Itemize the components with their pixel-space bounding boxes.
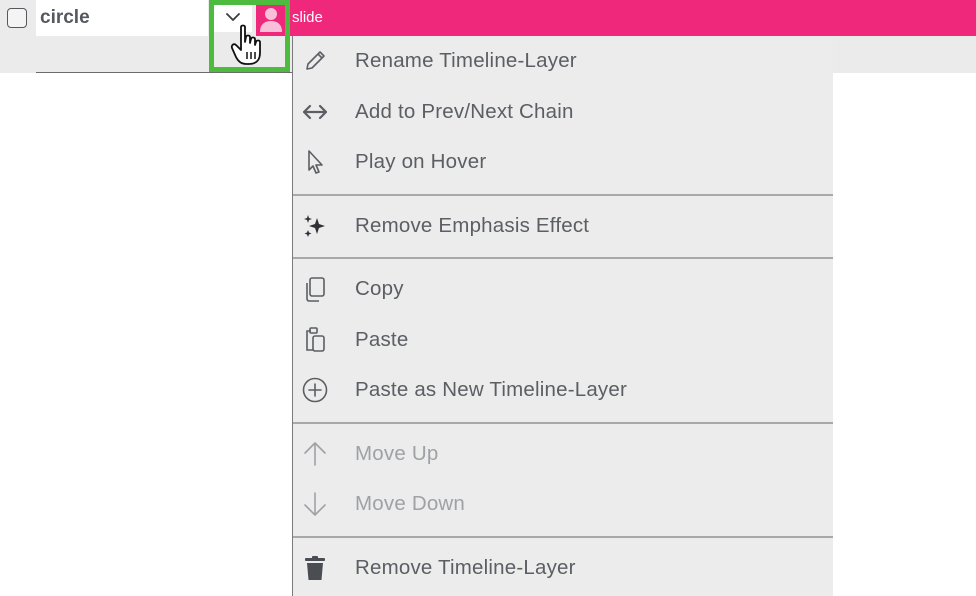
- menu-separator: [293, 535, 833, 538]
- pencil-icon: [301, 47, 329, 75]
- menu-item-rename[interactable]: Rename Timeline-Layer: [293, 36, 833, 87]
- hand-cursor-icon: [230, 24, 261, 65]
- menu-item-add-to-chain[interactable]: Add to Prev/Next Chain: [293, 87, 833, 138]
- timeline-clip[interactable]: slide: [256, 0, 976, 36]
- sparkles-icon: [301, 212, 329, 240]
- plus-circle-icon: [301, 376, 329, 404]
- menu-item-move-up[interactable]: Move Up: [293, 429, 833, 480]
- arrow-down-icon: [301, 490, 329, 518]
- menu-item-remove-emphasis[interactable]: Remove Emphasis Effect: [293, 201, 833, 252]
- trash-icon: [301, 554, 329, 582]
- pointer-icon: [301, 148, 329, 176]
- menu-separator: [293, 193, 833, 196]
- layer-name[interactable]: circle: [36, 0, 208, 36]
- menu-item-paste[interactable]: Paste: [293, 315, 833, 366]
- layer-row-divider: [36, 72, 292, 73]
- menu-item-paste-as-new[interactable]: Paste as New Timeline-Layer: [293, 365, 833, 416]
- context-menu: Rename Timeline-Layer Add to Prev/Next C…: [292, 36, 833, 596]
- menu-item-play-on-hover[interactable]: Play on Hover: [293, 137, 833, 188]
- menu-item-move-down[interactable]: Move Down: [293, 479, 833, 530]
- double-arrow-icon: [301, 98, 329, 126]
- clipboard-icon: [301, 326, 329, 354]
- menu-separator: [293, 421, 833, 424]
- timeline-layer-row: circle slide: [0, 0, 976, 36]
- copy-icon: [301, 275, 329, 303]
- arrow-up-icon: [301, 440, 329, 468]
- layer-select-checkbox[interactable]: [7, 8, 27, 28]
- clip-label: slide: [292, 9, 323, 26]
- menu-item-copy[interactable]: Copy: [293, 264, 833, 315]
- menu-item-remove-layer[interactable]: Remove Timeline-Layer: [293, 543, 833, 594]
- menu-separator: [293, 257, 833, 259]
